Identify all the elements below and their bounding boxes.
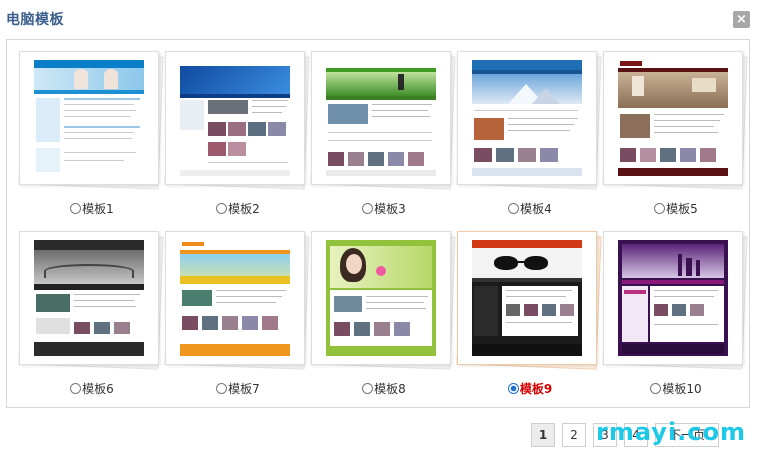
radio-icon-selected[interactable] [507,383,519,394]
template-radio[interactable]: 模板5 [603,200,749,217]
template-label: 模板2 [228,202,260,216]
template-label: 模板4 [520,202,552,216]
template-radio[interactable]: 模板2 [165,200,311,217]
template-thumbnail[interactable] [457,231,597,365]
template-label: 模板9 [519,382,553,396]
radio-icon[interactable] [70,383,82,394]
template-label: 模板1 [82,202,114,216]
template-thumbnail[interactable] [165,231,305,365]
dialog-title: 电脑模板 [6,12,64,28]
page-1-button[interactable]: 1 [531,423,555,447]
template-label: 模板6 [82,382,114,396]
template-thumbnail[interactable] [19,231,159,365]
radio-icon[interactable] [650,383,662,394]
template-label: 模板7 [228,382,260,396]
template-radio[interactable]: 模板9 [457,380,603,397]
radio-icon[interactable] [654,203,666,214]
template-label: 模板5 [666,202,698,216]
template-thumbnail[interactable] [311,231,451,365]
template-radio[interactable]: 模板8 [311,380,457,397]
template-radio[interactable]: 模板4 [457,200,603,217]
template-thumbnail[interactable] [603,51,743,185]
radio-icon[interactable] [70,203,82,214]
radio-icon[interactable] [362,203,374,214]
radio-icon[interactable] [362,383,374,394]
template-radio[interactable]: 模板7 [165,380,311,397]
close-icon[interactable]: × [733,11,750,28]
template-radio[interactable]: 模板6 [19,380,165,397]
page-2-button[interactable]: 2 [562,423,586,447]
radio-icon[interactable] [216,383,228,394]
template-label: 模板10 [662,382,702,396]
template-label: 模板8 [374,382,406,396]
template-thumbnail[interactable] [19,51,159,185]
radio-icon[interactable] [508,203,520,214]
template-thumbnail[interactable] [603,231,743,365]
template-grid: 模板1 模板2 模板3 模板4 模板5 模板6 模板7 模板8 模板9 模板10 [6,39,750,408]
radio-icon[interactable] [216,203,228,214]
template-radio[interactable]: 模板10 [603,380,749,397]
watermark: rmayi.com [596,418,747,446]
template-radio[interactable]: 模板1 [19,200,165,217]
template-label: 模板3 [374,202,406,216]
template-radio[interactable]: 模板3 [311,200,457,217]
template-thumbnail[interactable] [165,51,305,185]
template-thumbnail[interactable] [311,51,451,185]
template-thumbnail[interactable] [457,51,597,185]
